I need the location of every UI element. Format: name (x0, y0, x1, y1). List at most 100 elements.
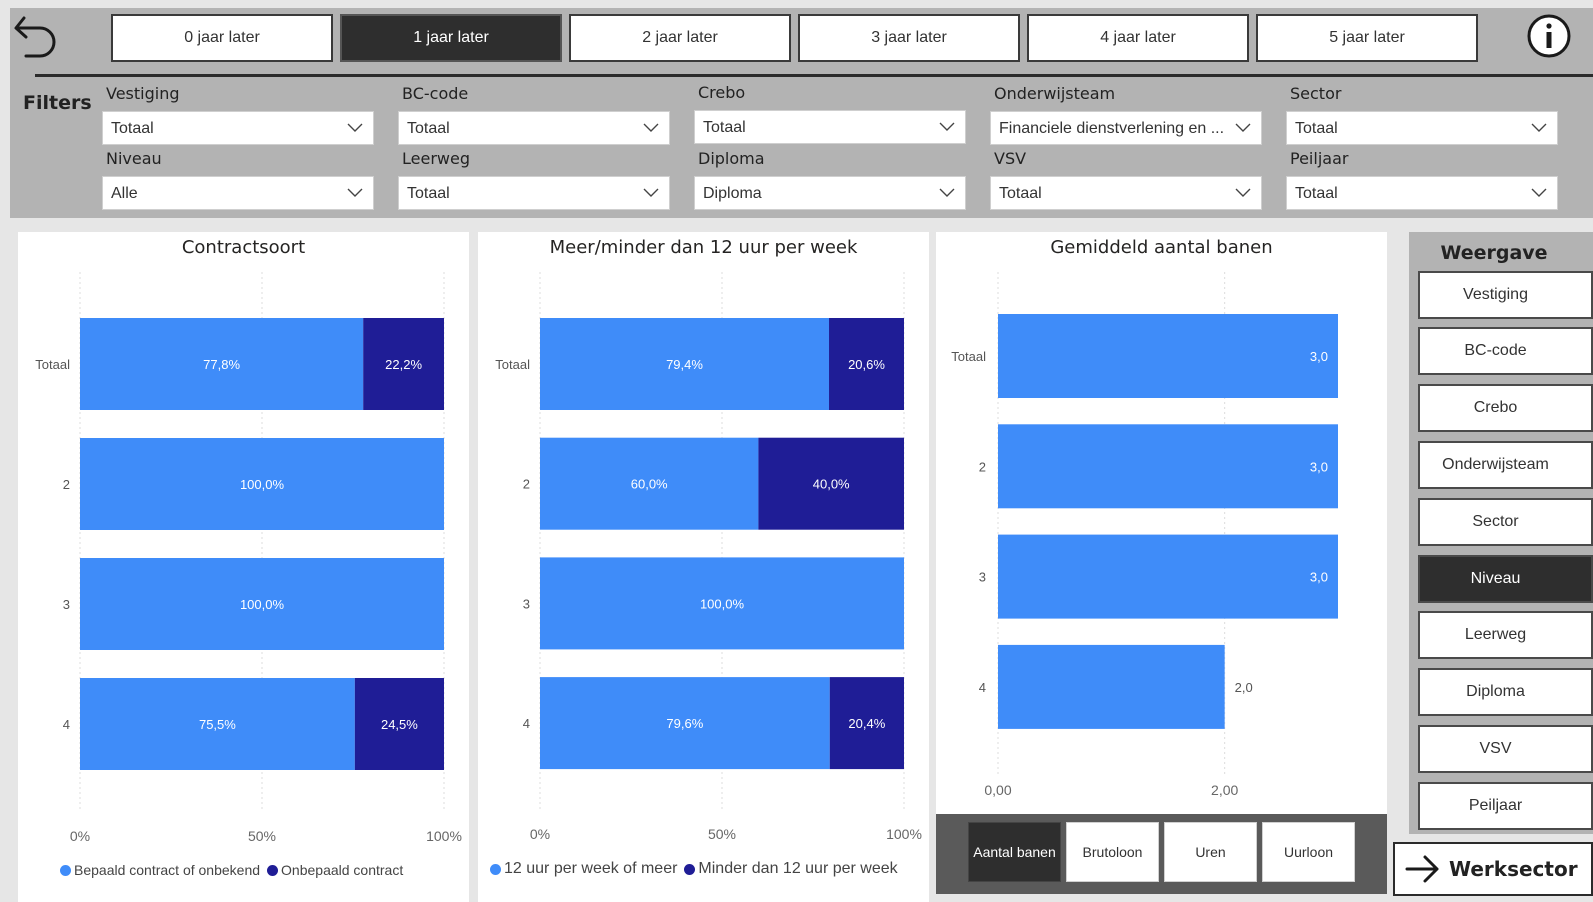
tab-1-jaar-later[interactable]: 1 jaar later (340, 14, 562, 62)
category-label: 4 (979, 680, 986, 695)
bar[interactable] (998, 534, 1338, 619)
filter-label-niveau: Niveau (106, 149, 162, 168)
x-tick-label: 0% (530, 826, 550, 842)
tab-5-jaar-later[interactable]: 5 jaar later (1256, 14, 1478, 62)
chart-legend: Bepaald contract of onbekend Onbepaald c… (60, 862, 403, 878)
filter-select-onderwijsteam[interactable]: Financiele dienstverlening en ... (990, 111, 1262, 145)
weergave-button-crebo[interactable]: Crebo (1418, 384, 1593, 432)
filter-label-bc-code: BC-code (402, 84, 469, 103)
filter-value: Financiele dienstverlening en ... (999, 120, 1224, 137)
filter-value: Totaal (407, 185, 450, 202)
filter-select-peiljaar[interactable]: Totaal (1286, 176, 1558, 210)
data-label: 77,8% (203, 357, 240, 372)
tab-0-jaar-later[interactable]: 0 jaar later (111, 14, 333, 62)
category-label: 4 (63, 717, 70, 732)
filter-select-niveau[interactable]: Alle (102, 176, 374, 210)
tab-4-jaar-later[interactable]: 4 jaar later (1027, 14, 1249, 62)
category-label: 2 (63, 477, 70, 492)
metric-button-uren[interactable]: Uren (1164, 822, 1257, 882)
weergave-button-onderwijsteam[interactable]: Onderwijsteam (1418, 441, 1593, 489)
bar[interactable] (998, 424, 1338, 509)
chart-uren-per-week: Totaal 79,4% 20,6% 2 60,0% 40,0% 3 100,0% 4 79,6%… (495, 272, 922, 842)
arrow-right-icon (1405, 855, 1439, 883)
category-label: 3 (979, 570, 986, 585)
category-label: Totaal (495, 357, 530, 372)
chevron-down-icon (347, 123, 363, 132)
filter-value: Totaal (1295, 185, 1338, 202)
legend-label: Onbepaald contract (281, 862, 404, 878)
chevron-down-icon (939, 122, 955, 131)
tab-2-jaar-later[interactable]: 2 jaar later (569, 14, 791, 62)
data-label: 79,6% (666, 716, 703, 731)
filter-value: Totaal (407, 120, 450, 137)
filter-value: Totaal (111, 120, 154, 137)
data-label: 20,6% (848, 357, 885, 372)
category-label: Totaal (951, 349, 986, 364)
x-tick-label: 50% (708, 826, 736, 842)
bar[interactable] (998, 314, 1338, 398)
filter-select-crebo[interactable]: Totaal (694, 110, 966, 144)
x-tick-label: 100% (426, 828, 462, 844)
data-label: 100,0% (700, 596, 745, 611)
weergave-button-niveau[interactable]: Niveau (1418, 555, 1593, 603)
data-label: 100,0% (240, 477, 285, 492)
data-label: 79,4% (666, 357, 703, 372)
chevron-down-icon (643, 123, 659, 132)
legend-label: Minder dan 12 uur per week (698, 860, 898, 877)
x-tick-label: 100% (886, 826, 922, 842)
filter-select-diploma[interactable]: Diploma (694, 176, 966, 210)
data-label: 3,0 (1310, 459, 1328, 474)
x-tick-label: 50% (248, 828, 276, 844)
filter-label-onderwijsteam: Onderwijsteam (994, 84, 1116, 103)
category-label: 2 (979, 459, 986, 474)
werksector-button[interactable]: Werksector (1393, 842, 1593, 896)
legend-swatch-dark (267, 864, 279, 876)
legend-swatch-light (60, 864, 71, 876)
filter-label-crebo: Crebo (698, 83, 746, 102)
chevron-down-icon (1235, 188, 1251, 197)
filter-select-sector[interactable]: Totaal (1286, 111, 1558, 145)
filter-label-diploma: Diploma (698, 149, 765, 168)
filter-value: Alle (111, 185, 138, 202)
category-label: 3 (523, 596, 530, 611)
info-icon[interactable] (1525, 12, 1573, 60)
filter-value: Totaal (703, 119, 746, 136)
x-tick-label: 0,00 (984, 782, 1011, 798)
metric-button-brutoloon[interactable]: Brutoloon (1066, 822, 1159, 882)
weergave-button-peiljaar[interactable]: Peiljaar (1418, 782, 1593, 830)
x-tick-label: 2,00 (1211, 782, 1238, 798)
x-tick-label: 0% (70, 828, 90, 844)
filter-label-peiljaar: Peiljaar (1290, 149, 1349, 168)
data-label: 3,0 (1310, 570, 1328, 585)
filter-select-bc-code[interactable]: Totaal (398, 111, 670, 145)
data-label: 2,0 (1235, 680, 1253, 695)
back-arrow-icon[interactable] (10, 10, 62, 62)
legend-label: 12 uur per week of meer (504, 860, 678, 877)
metric-button-uurloon[interactable]: Uurloon (1262, 822, 1355, 882)
metric-button-aantal-banen[interactable]: Aantal banen (968, 822, 1061, 882)
filter-select-leerweg[interactable]: Totaal (398, 176, 670, 210)
data-label: 20,4% (848, 716, 885, 731)
data-label: 40,0% (813, 477, 850, 492)
weergave-button-sector[interactable]: Sector (1418, 498, 1593, 546)
weergave-button-leerweg[interactable]: Leerweg (1418, 611, 1593, 659)
chart-legend: 12 uur per week of meer Minder dan 12 uu… (490, 860, 898, 878)
chevron-down-icon (1235, 123, 1251, 132)
data-label: 3,0 (1310, 349, 1328, 364)
tab-3-jaar-later[interactable]: 3 jaar later (798, 14, 1020, 62)
data-label: 75,5% (199, 717, 236, 732)
bar[interactable] (998, 644, 1225, 729)
chart-panel-gemiddeld-aantal-banen: Gemiddeld aantal banen Totaal 3,0 2 3,0 3 3,0… (936, 232, 1387, 814)
weergave-button-vsv[interactable]: VSV (1418, 725, 1593, 773)
chevron-down-icon (643, 188, 659, 197)
weergave-button-bc-code[interactable]: BC-code (1418, 327, 1593, 375)
chart-gemiddeld-aantal-banen: Totaal 3,0 2 3,0 3 3,0 4 2,0 0,00 2,00 (951, 272, 1338, 798)
chart-panel-uren-per-week: Meer/minder dan 12 uur per week Totaal 79… (478, 232, 929, 902)
data-label: 60,0% (631, 477, 668, 492)
weergave-button-diploma[interactable]: Diploma (1418, 668, 1593, 716)
weergave-button-vestiging[interactable]: Vestiging (1418, 271, 1593, 319)
filter-select-vsv[interactable]: Totaal (990, 176, 1262, 210)
filter-select-vestiging[interactable]: Totaal (102, 111, 374, 145)
category-label: 2 (523, 477, 530, 492)
filter-value: Totaal (999, 185, 1042, 202)
